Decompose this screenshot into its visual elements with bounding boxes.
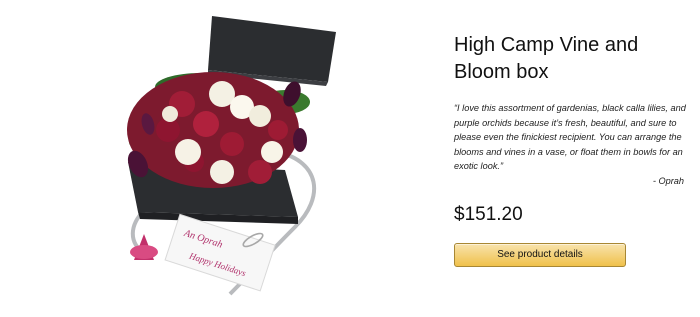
product-title[interactable]: High Camp Vine and Bloom box [454, 32, 694, 86]
product-details: High Camp Vine and Bloom box “I love thi… [454, 32, 694, 267]
quote-attribution: - Oprah [652, 175, 684, 186]
product-quote: “I love this assortment of gardenias, bl… [454, 101, 692, 189]
quote-text: “I love this assortment of gardenias, bl… [454, 103, 686, 172]
see-product-details-button[interactable]: See product details [454, 242, 626, 267]
product-price: $151.20 [454, 203, 523, 225]
product-card: An Oprah Happy Holidays High Camp Vine a… [0, 0, 700, 317]
flower-box-illustration: An Oprah Happy Holidays [127, 16, 336, 296]
gift-card: An Oprah Happy Holidays [164, 213, 276, 292]
product-image[interactable]: An Oprah Happy Holidays [110, 12, 350, 312]
